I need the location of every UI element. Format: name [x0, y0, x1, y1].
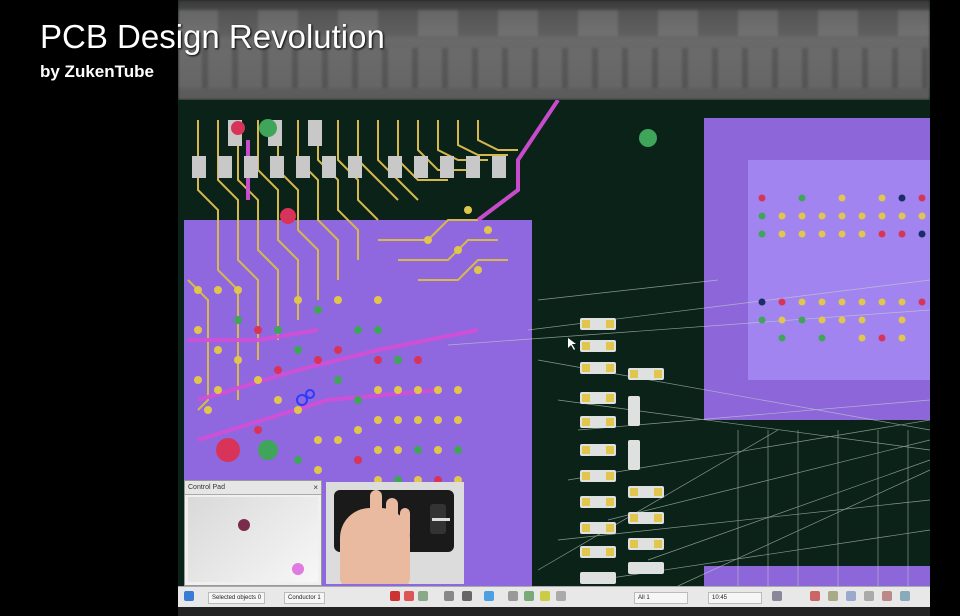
right-copper-inner: [748, 160, 930, 380]
status-bar: Selected objects 0 Conductor 1 All 1 10:…: [178, 586, 930, 607]
close-icon[interactable]: ×: [313, 481, 318, 494]
mouse-cursor-icon: [568, 338, 576, 350]
route-icon[interactable]: [390, 591, 400, 601]
control-pad-titlebar: Control Pad ×: [185, 481, 321, 495]
measure-icon[interactable]: [444, 591, 454, 601]
control-pad-dot[interactable]: [292, 563, 304, 575]
pcb-app-window: Control Pad × Selected objects 0 Conduct…: [178, 0, 930, 616]
control-pad-title: Control Pad: [188, 484, 225, 491]
settings-icon[interactable]: [828, 591, 838, 601]
highlight-icon[interactable]: [540, 591, 550, 601]
lock-icon[interactable]: [882, 591, 892, 601]
color-icon[interactable]: [810, 591, 820, 601]
hand-image: [340, 490, 410, 584]
video-subtitle: by ZukenTube: [40, 62, 154, 81]
move-icon[interactable]: [462, 591, 472, 601]
pcb-canvas[interactable]: Control Pad ×: [178, 100, 930, 586]
time-field[interactable]: 10:45: [708, 592, 762, 604]
video-title: PCB Design Revolution: [40, 18, 385, 55]
filter-icon[interactable]: [900, 591, 910, 601]
zoom-icon[interactable]: [772, 591, 782, 601]
conductor-status[interactable]: Conductor 1: [284, 592, 325, 604]
bottom-strip: [178, 606, 930, 616]
view-icon[interactable]: [556, 591, 566, 601]
control-pad-area[interactable]: [188, 497, 318, 582]
select-icon[interactable]: [484, 591, 494, 601]
delete-icon[interactable]: [404, 591, 414, 601]
layer-icon[interactable]: [184, 591, 194, 601]
snap-icon[interactable]: [524, 591, 534, 601]
top-component-row: [192, 119, 657, 178]
selected-objects-status: Selected objects 0: [208, 592, 266, 604]
layer-field[interactable]: All 1: [634, 592, 688, 604]
info-icon[interactable]: [864, 591, 874, 601]
copy-icon[interactable]: [418, 591, 428, 601]
touchpad-camera-inset: [326, 482, 464, 584]
smd-components: [580, 318, 664, 584]
grid-icon[interactable]: [508, 591, 518, 601]
control-pad-panel[interactable]: Control Pad ×: [184, 480, 322, 586]
help-icon[interactable]: [846, 591, 856, 601]
control-pad-dot[interactable]: [238, 519, 250, 531]
